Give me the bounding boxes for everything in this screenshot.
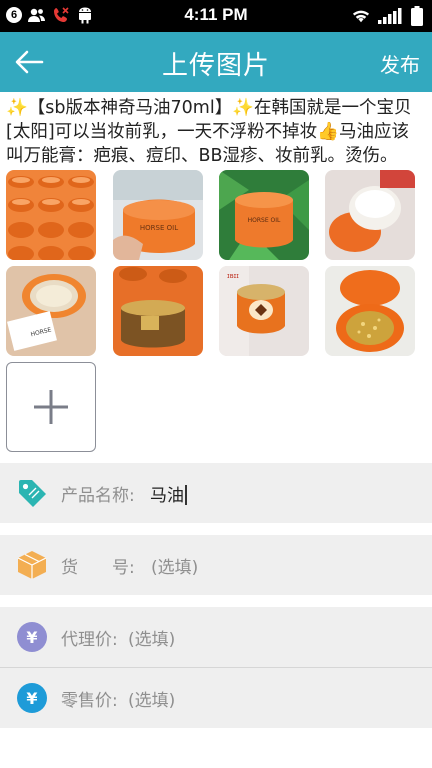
product-name-field[interactable]: 产品名称: 马油 [0,463,432,523]
photo-thumbnail[interactable] [113,266,203,356]
photo-thumbnail[interactable]: HORSE [6,266,96,356]
box-icon [17,551,47,579]
wifi-icon [352,7,370,25]
sku-label: 货 号: [61,557,135,578]
status-right-icons [352,6,424,26]
svg-text:HORSE OIL: HORSE OIL [140,224,178,232]
svg-text:HORSE OIL: HORSE OIL [248,217,281,224]
status-bar: 6 4:11 PM [0,0,432,32]
signal-icon [378,7,402,25]
photo-thumbnail[interactable]: ɪʙɪɪ [219,266,309,356]
plus-icon [34,390,68,424]
svg-text:ɪʙɪɪ: ɪʙɪɪ [227,272,239,280]
svg-text:¥: ¥ [26,628,37,647]
photo-thumbnail[interactable]: HORSE OIL [113,170,203,260]
retail-price-field[interactable]: ¥ 零售价: (选填) [0,668,432,728]
page-title: 上传图片 [161,51,270,81]
product-name-value: 马油 [150,485,184,506]
photo-thumbnail[interactable] [6,170,96,260]
product-name-label: 产品名称: [61,485,135,506]
add-photo-button[interactable] [6,362,96,452]
battery-icon [410,6,424,26]
svg-text:¥: ¥ [26,689,37,708]
photo-thumbnail[interactable] [325,266,415,356]
photo-thumbnail[interactable]: HORSE OIL [219,170,309,260]
app-header: 上传图片 发布 [0,32,432,92]
publish-button[interactable]: 发布 [380,49,420,78]
post-description[interactable]: ✨【sb版本神奇马油70ml】✨在韩国就是一个宝贝[太阳]可以当妆前乳，一天不浮… [6,96,426,168]
agent-price-label: 代理价: [61,629,118,650]
agent-price-field[interactable]: ¥ 代理价: (选填) [0,607,432,667]
sku-input[interactable]: (选填) [151,553,198,578]
tag-icon [19,480,46,507]
retail-price-label: 零售价: [61,690,118,711]
text-cursor [185,484,187,505]
agent-price-input[interactable]: (选填) [128,625,175,650]
product-name-input[interactable]: 马油 [150,481,187,506]
retail-price-input[interactable]: (选填) [128,686,175,711]
photo-thumbnail[interactable] [325,170,415,260]
sku-field[interactable]: 货 号: (选填) [0,535,432,595]
yen-icon: ¥ [17,683,47,713]
yen-icon: ¥ [17,622,47,652]
